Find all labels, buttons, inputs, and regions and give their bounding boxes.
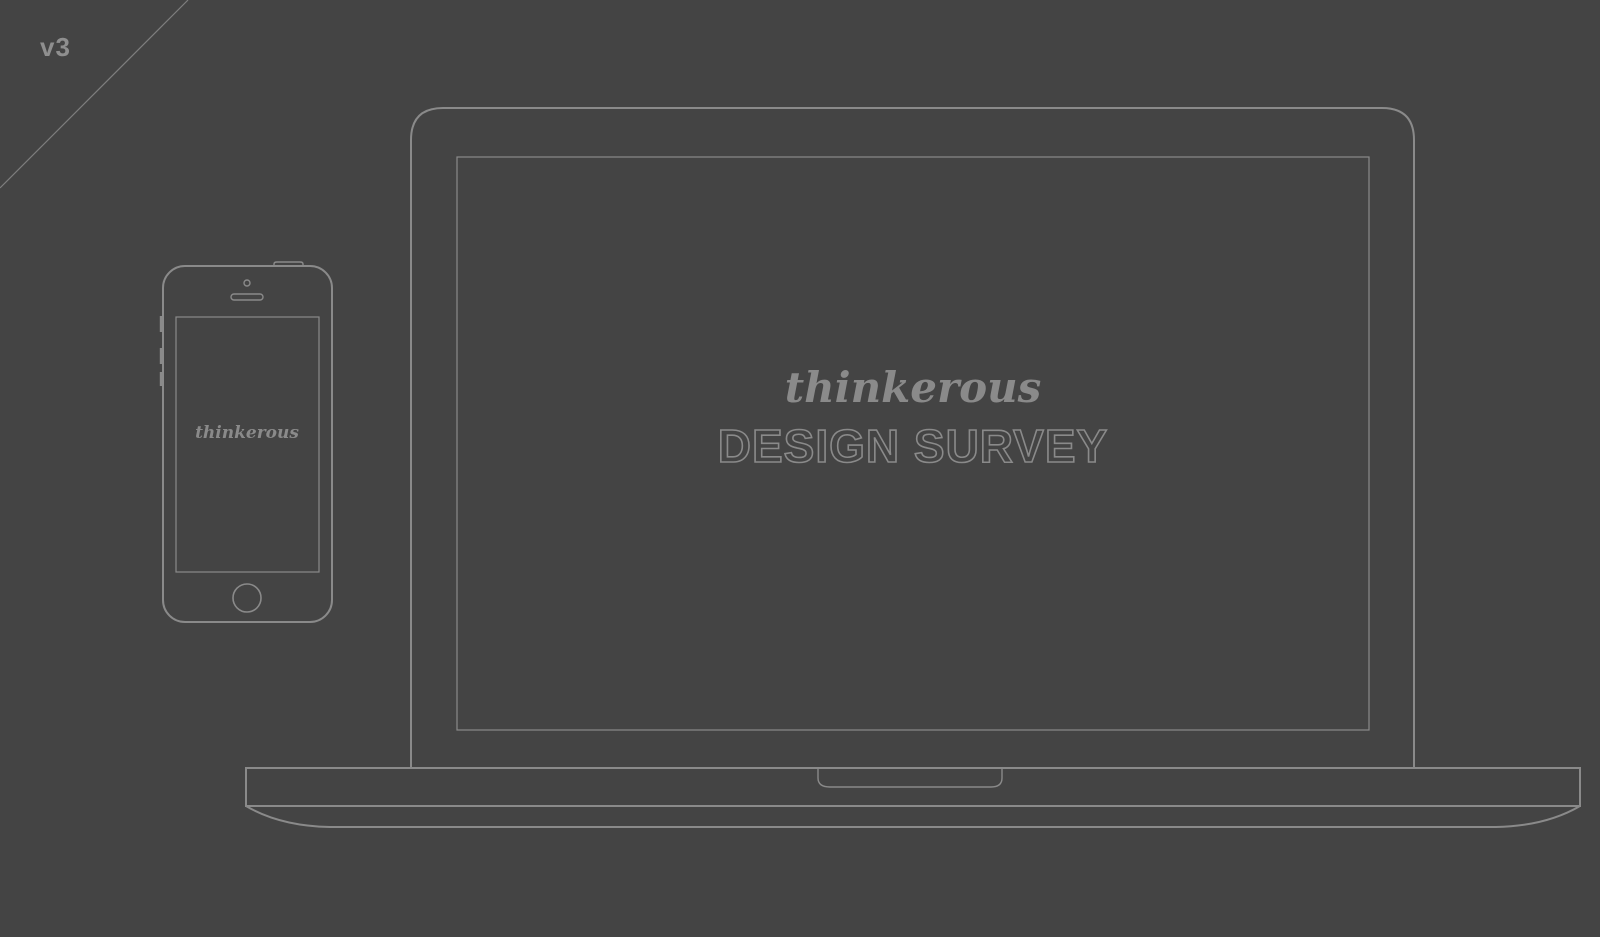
laptop-survey-title: DESIGN SURVEY	[718, 420, 1108, 472]
phone-brand-wordmark: thinkerous	[195, 423, 299, 443]
corner-diagonal-line	[0, 0, 189, 189]
phone-camera	[243, 279, 251, 287]
laptop-notch	[817, 768, 1003, 788]
phone-home-button	[232, 583, 262, 613]
hero-stage: v3 thinkerous DESIGN SURVEY thinkerous	[0, 0, 1600, 937]
device-illustration: thinkerous DESIGN SURVEY thinkerous	[0, 0, 1581, 828]
phone-body	[162, 265, 333, 623]
laptop-brand-wordmark: thinkerous	[785, 363, 1042, 412]
phone-screen-frame	[175, 316, 320, 573]
laptop-bottom	[245, 805, 1581, 828]
phone-speaker	[230, 293, 264, 301]
